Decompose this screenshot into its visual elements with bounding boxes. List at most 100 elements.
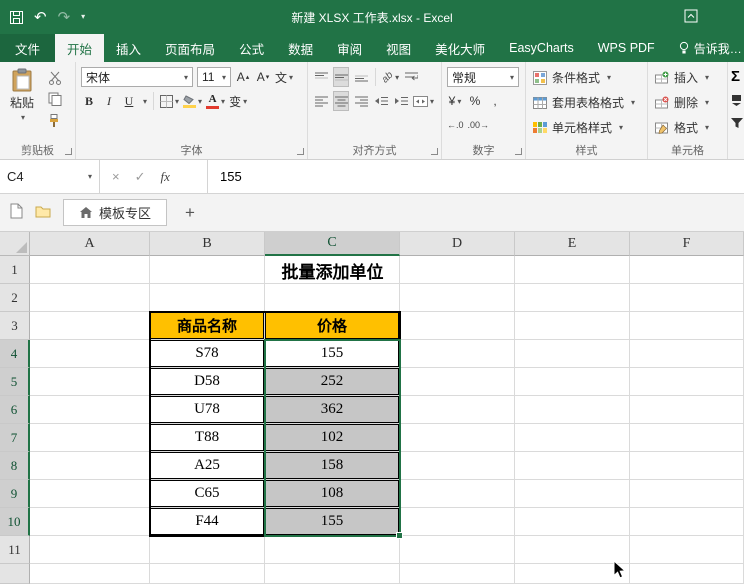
cell-C4[interactable]: 155 [265,340,400,368]
cell-A2[interactable] [30,284,150,312]
cell-D1[interactable] [400,256,515,284]
undo-button[interactable]: ↶ [34,10,47,25]
sort-filter-icon[interactable] [731,118,743,132]
cell-A11[interactable] [30,536,150,564]
cell-A7[interactable] [30,424,150,452]
insert-function-icon[interactable]: fx [161,169,170,185]
cell-C2[interactable] [265,284,400,312]
tab-file[interactable]: 文件 [0,34,55,62]
cell-E10[interactable] [515,508,630,536]
column-header-C[interactable]: C [265,232,400,256]
cell-B3[interactable]: 商品名称 [150,312,265,340]
middle-align-button[interactable] [333,67,349,87]
cell-F5[interactable] [630,368,744,396]
cell-A4[interactable] [30,340,150,368]
font-size-select[interactable]: 11▾ [197,67,231,87]
tell-me-box[interactable]: 告诉我… [679,34,742,62]
comma-style-button[interactable]: , [487,91,503,111]
cell-B5[interactable]: D58 [150,368,265,396]
increase-indent-button[interactable] [393,91,409,111]
format-cells-button[interactable]: 格式▾ [651,115,725,140]
customize-qat-icon[interactable]: ▾ [81,13,85,21]
top-align-button[interactable] [313,67,329,87]
cell-E12[interactable] [515,564,630,584]
save-button[interactable] [10,11,23,24]
italic-button[interactable]: I [101,91,117,111]
fill-handle[interactable] [396,532,403,539]
row-header-10[interactable]: 10 [0,508,30,536]
cell-C1[interactable] [265,256,400,284]
open-folder-icon[interactable] [35,205,51,221]
format-painter-button[interactable] [48,114,62,128]
alignment-dialog-launcher[interactable] [431,148,438,155]
tab-easycharts[interactable]: EasyCharts [497,34,586,62]
row-header-2[interactable]: 2 [0,284,30,312]
name-box[interactable]: C4 ▾ [0,160,100,193]
cell-C9[interactable]: 108 [265,480,400,508]
cell-D10[interactable] [400,508,515,536]
cell-F4[interactable] [630,340,744,368]
cell-A5[interactable] [30,368,150,396]
increase-font-size-button[interactable]: A▴ [235,67,251,87]
name-box-dropdown-icon[interactable]: ▾ [88,172,92,181]
cell-F6[interactable] [630,396,744,424]
cell-C8[interactable]: 158 [265,452,400,480]
tab-review[interactable]: 审阅 [325,34,374,62]
ribbon-display-options-icon[interactable] [684,9,698,26]
cancel-icon[interactable]: × [112,169,120,184]
tab-formulas[interactable]: 公式 [227,34,276,62]
tab-beautify[interactable]: 美化大师 [423,34,497,62]
cell-D5[interactable] [400,368,515,396]
column-header-F[interactable]: F [630,232,744,256]
cell-F10[interactable] [630,508,744,536]
conditional-formatting-button[interactable]: 条件格式▾ [529,65,645,90]
cell-C12[interactable] [265,564,400,584]
cell-D8[interactable] [400,452,515,480]
cell-D4[interactable] [400,340,515,368]
orientation-button[interactable]: ab▾ [382,67,399,87]
cell-A6[interactable] [30,396,150,424]
font-dialog-launcher[interactable] [297,148,304,155]
cell-E5[interactable] [515,368,630,396]
cell-E9[interactable] [515,480,630,508]
cell-E2[interactable] [515,284,630,312]
format-as-table-button[interactable]: 套用表格格式▾ [529,90,645,115]
decrease-font-size-button[interactable]: A▾ [255,67,271,87]
new-tab-button[interactable]: + [179,203,201,223]
row-header-4[interactable]: 4 [0,340,30,368]
bold-button[interactable]: B [81,91,97,111]
row-header-1[interactable]: 1 [0,256,30,284]
fill-icon[interactable] [731,94,743,109]
cell-C7[interactable]: 102 [265,424,400,452]
cell-B8[interactable]: A25 [150,452,265,480]
enter-icon[interactable]: ✓ [135,169,146,185]
cell-A12[interactable] [30,564,150,584]
row-header-5[interactable]: 5 [0,368,30,396]
cell-D11[interactable] [400,536,515,564]
row-header-3[interactable]: 3 [0,312,30,340]
cell-D2[interactable] [400,284,515,312]
cell-B9[interactable]: C65 [150,480,265,508]
merge-center-button[interactable]: ▾ [413,91,434,111]
borders-button[interactable]: ▾ [160,91,179,111]
cell-E3[interactable] [515,312,630,340]
cell-C5[interactable]: 252 [265,368,400,396]
cell-F3[interactable] [630,312,744,340]
insert-cells-button[interactable]: 插入▾ [651,65,725,90]
cell-F8[interactable] [630,452,744,480]
doc-tab-template-zone[interactable]: 模板专区 [63,199,167,226]
cell-D6[interactable] [400,396,515,424]
decrease-indent-button[interactable] [373,91,389,111]
cell-B11[interactable] [150,536,265,564]
row-header-7[interactable]: 7 [0,424,30,452]
number-format-select[interactable]: 常规▾ [447,67,519,87]
cell-B2[interactable] [150,284,265,312]
cell-A1[interactable] [30,256,150,284]
cell-F7[interactable] [630,424,744,452]
cell-E1[interactable] [515,256,630,284]
cell-C10[interactable]: 155 [265,508,400,536]
cell-B7[interactable]: T88 [150,424,265,452]
font-color-button[interactable]: A▾ [206,91,225,111]
align-right-button[interactable] [353,91,369,111]
column-header-A[interactable]: A [30,232,150,256]
